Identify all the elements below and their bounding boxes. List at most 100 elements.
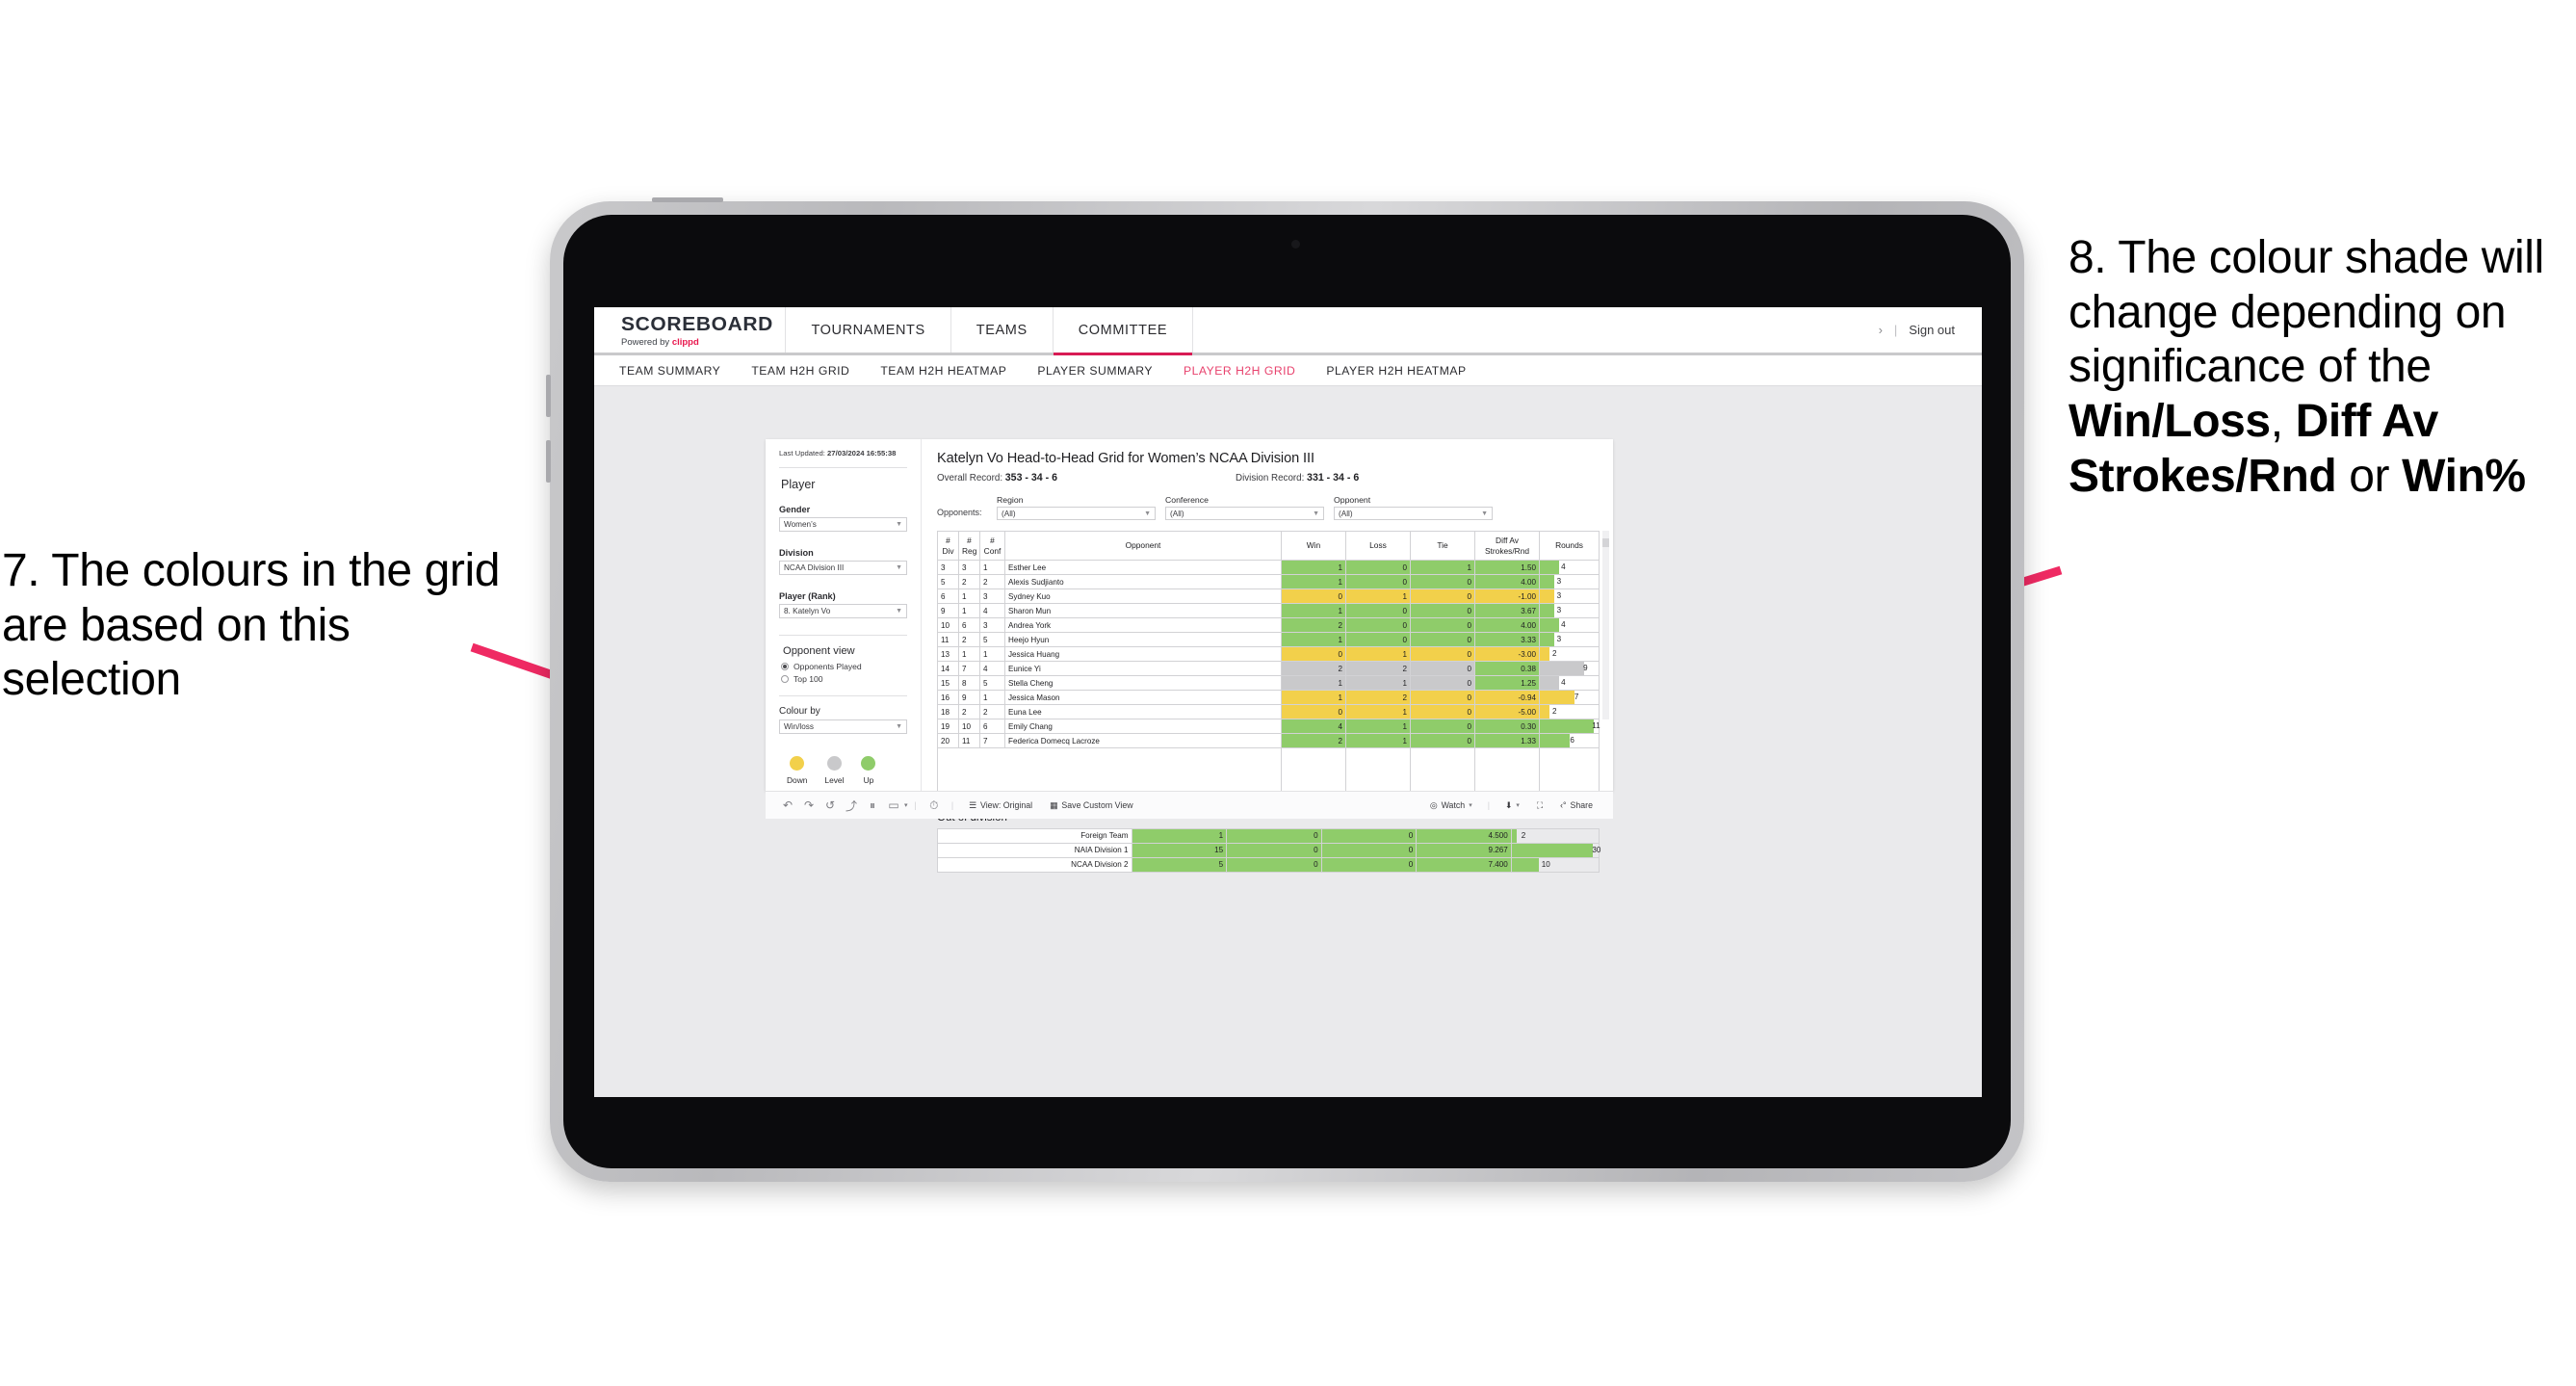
nav-item-committee[interactable]: COMMITTEE [1053, 307, 1194, 355]
nav-item-tournaments[interactable]: TOURNAMENTS [786, 307, 951, 353]
table-row[interactable]: Foreign Team 1 0 0 4.500 2 [937, 827, 1600, 844]
cell-rounds: 3 [1539, 588, 1600, 604]
refresh-data-icon[interactable]: ⤴ [841, 798, 862, 814]
region-select[interactable]: (All) ▼ [997, 507, 1156, 520]
power-button[interactable] [652, 197, 723, 202]
view-original-button[interactable]: ☰ View: Original [960, 800, 1041, 811]
subnav-item-player-h2h-grid[interactable]: PLAYER H2H GRID [1184, 364, 1316, 378]
subnav-item-team-summary[interactable]: TEAM SUMMARY [619, 364, 742, 378]
opponent-select[interactable]: (All) ▼ [1334, 507, 1493, 520]
pause-auto-update-icon[interactable]: ⏱ [924, 798, 945, 813]
viz-title: Katelyn Vo Head-to-Head Grid for Women’s… [937, 451, 1314, 466]
colour-by-select[interactable]: Win/loss ▼ [779, 719, 907, 735]
gender-select[interactable]: Women’s ▼ [779, 517, 907, 533]
subnav-item-player-summary[interactable]: PLAYER SUMMARY [1037, 364, 1174, 378]
rounds-value: 3 [1556, 591, 1562, 600]
table-row[interactable]: 19 10 6 Emily Chang 4 1 0 0.30 11 [937, 719, 1600, 734]
table-row[interactable]: 3 3 1 Esther Lee 1 0 1 1.50 4 [937, 560, 1600, 575]
col-win[interactable]: Win [1281, 531, 1346, 561]
cell-reg: 1 [958, 603, 980, 618]
col-opponent[interactable]: Opponent [1004, 531, 1282, 561]
pause-updates-icon[interactable]: ⏸ [862, 798, 883, 813]
volume-down-button[interactable] [546, 440, 551, 483]
redo-icon[interactable]: ↷ [798, 798, 820, 812]
cell-diff: 0.30 [1474, 719, 1540, 734]
conference-select[interactable]: (All) ▼ [1165, 507, 1324, 520]
col-conf[interactable]: # Conf [979, 531, 1005, 561]
cell-div: 9 [937, 603, 959, 618]
radio-opponents-played-label: Opponents Played [794, 662, 862, 672]
radio-top-100[interactable]: Top 100 [781, 674, 907, 684]
view-icon: ☰ [969, 799, 976, 810]
cell-win: 2 [1281, 617, 1346, 633]
cell-reg: 2 [958, 574, 980, 589]
chevron-down-icon: ▼ [1313, 510, 1319, 517]
grid-vertical-scrollbar[interactable] [1602, 531, 1609, 719]
cell-tie: 0 [1320, 842, 1418, 858]
cell-empty [1410, 774, 1475, 789]
subnav-item-team-h2h-heatmap[interactable]: TEAM H2H HEATMAP [880, 364, 1028, 378]
toolbar-divider-3: | [1487, 800, 1490, 810]
sign-out-link[interactable]: Sign out [1909, 323, 1955, 337]
save-custom-view-button[interactable]: ▦ Save Custom View [1041, 800, 1141, 811]
revert-icon[interactable]: ↺ [820, 798, 841, 812]
cell-win: 1 [1281, 574, 1346, 589]
out-of-division-table: Foreign Team 1 0 0 4.500 2 NAIA Division 1 15 0 0… [937, 827, 1600, 873]
watch-button[interactable]: ◎ Watch ▾ [1421, 800, 1481, 811]
share-label: Share [1570, 800, 1593, 810]
filters-divider-1 [779, 467, 907, 469]
subnav-item-player-h2h-heatmap[interactable]: PLAYER H2H HEATMAP [1326, 364, 1487, 378]
cell-opponent: Esther Lee [1004, 560, 1282, 575]
col-diff[interactable]: Diff Av Strokes/Rnd [1474, 531, 1540, 561]
col-rounds[interactable]: Rounds [1539, 531, 1600, 561]
region-filter-group: Region (All) ▼ [997, 495, 1156, 520]
cell-diff: 9.267 [1416, 842, 1512, 858]
table-row[interactable]: 5 2 2 Alexis Sudjianto 1 0 0 4.00 3 [937, 574, 1600, 589]
nav-item-teams[interactable]: TEAMS [951, 307, 1054, 353]
opponent-filter-group: Opponent (All) ▼ [1334, 495, 1493, 520]
cell-loss: 0 [1226, 842, 1322, 858]
division-select[interactable]: NCAA Division III ▼ [779, 561, 907, 576]
table-row[interactable]: NCAA Division 2 5 0 0 7.400 10 [937, 856, 1600, 873]
expand-chevron-icon[interactable]: › [1879, 323, 1883, 337]
table-row[interactable]: 13 1 1 Jessica Huang 0 1 0 -3.00 2 [937, 646, 1600, 662]
table-row[interactable]: 6 1 3 Sydney Kuo 0 1 0 -1.00 3 [937, 588, 1600, 604]
table-row[interactable]: 11 2 5 Heejo Hyun 1 0 0 3.33 3 [937, 632, 1600, 647]
opponent-view-heading: Opponent view [783, 645, 855, 658]
subnav-item-team-h2h-grid[interactable]: TEAM H2H GRID [751, 364, 871, 378]
table-row[interactable]: 10 6 3 Andrea York 2 0 0 4.00 4 [937, 617, 1600, 633]
division-record: Division Record: 331 - 34 - 6 [1236, 472, 1359, 484]
table-row[interactable]: 18 2 2 Euna Lee 0 1 0 -5.00 2 [937, 704, 1600, 719]
division-label: Division [779, 548, 814, 559]
cell-loss: 0 [1226, 856, 1322, 873]
cell-tie: 0 [1410, 646, 1475, 662]
cell-diff: 1.50 [1474, 560, 1540, 575]
table-row[interactable]: 14 7 4 Eunice Yi 2 2 0 0.38 9 [937, 661, 1600, 676]
legend-dot-down [790, 756, 805, 771]
player-rank-select[interactable]: 8. Katelyn Vo ▼ [779, 604, 907, 619]
cell-empty [1410, 761, 1475, 775]
table-row[interactable]: 20 11 7 Federica Domecq Lacroze 2 1 0 1.33 6 [937, 733, 1600, 748]
share-icon: ‹° [1560, 800, 1567, 810]
brand-logo[interactable]: SCOREBOARD Powered by clippd [594, 307, 787, 353]
download-button[interactable]: ⬇ ▾ [1496, 800, 1528, 811]
table-row[interactable]: 9 1 4 Sharon Mun 1 0 0 3.67 3 [937, 603, 1600, 618]
opponent-value: (All) [1339, 509, 1353, 518]
highlight-icon[interactable]: ▭ [883, 798, 904, 812]
volume-up-button[interactable] [546, 375, 551, 417]
fullscreen-button[interactable]: ⛶ [1528, 800, 1551, 811]
col-div[interactable]: # Div [937, 531, 959, 561]
col-loss[interactable]: Loss [1345, 531, 1411, 561]
rounds-value: 7 [1574, 693, 1579, 701]
col-tie[interactable]: Tie [1410, 531, 1475, 561]
grid-scrollbar-thumb[interactable] [1602, 538, 1609, 547]
radio-opponents-played[interactable]: Opponents Played [781, 662, 907, 671]
table-row[interactable]: NAIA Division 1 15 0 0 9.267 30 [937, 842, 1600, 858]
share-button[interactable]: ‹° Share [1551, 800, 1601, 810]
table-row[interactable]: 16 9 1 Jessica Mason 1 2 0 -0.94 7 [937, 690, 1600, 705]
undo-icon[interactable]: ↶ [777, 798, 798, 812]
table-row[interactable]: 15 8 5 Stella Cheng 1 1 0 1.25 4 [937, 675, 1600, 691]
cell-loss: 1 [1345, 719, 1411, 734]
records-row: Overall Record: 353 - 34 - 6 Division Re… [937, 472, 1600, 484]
col-reg[interactable]: # Reg [958, 531, 980, 561]
